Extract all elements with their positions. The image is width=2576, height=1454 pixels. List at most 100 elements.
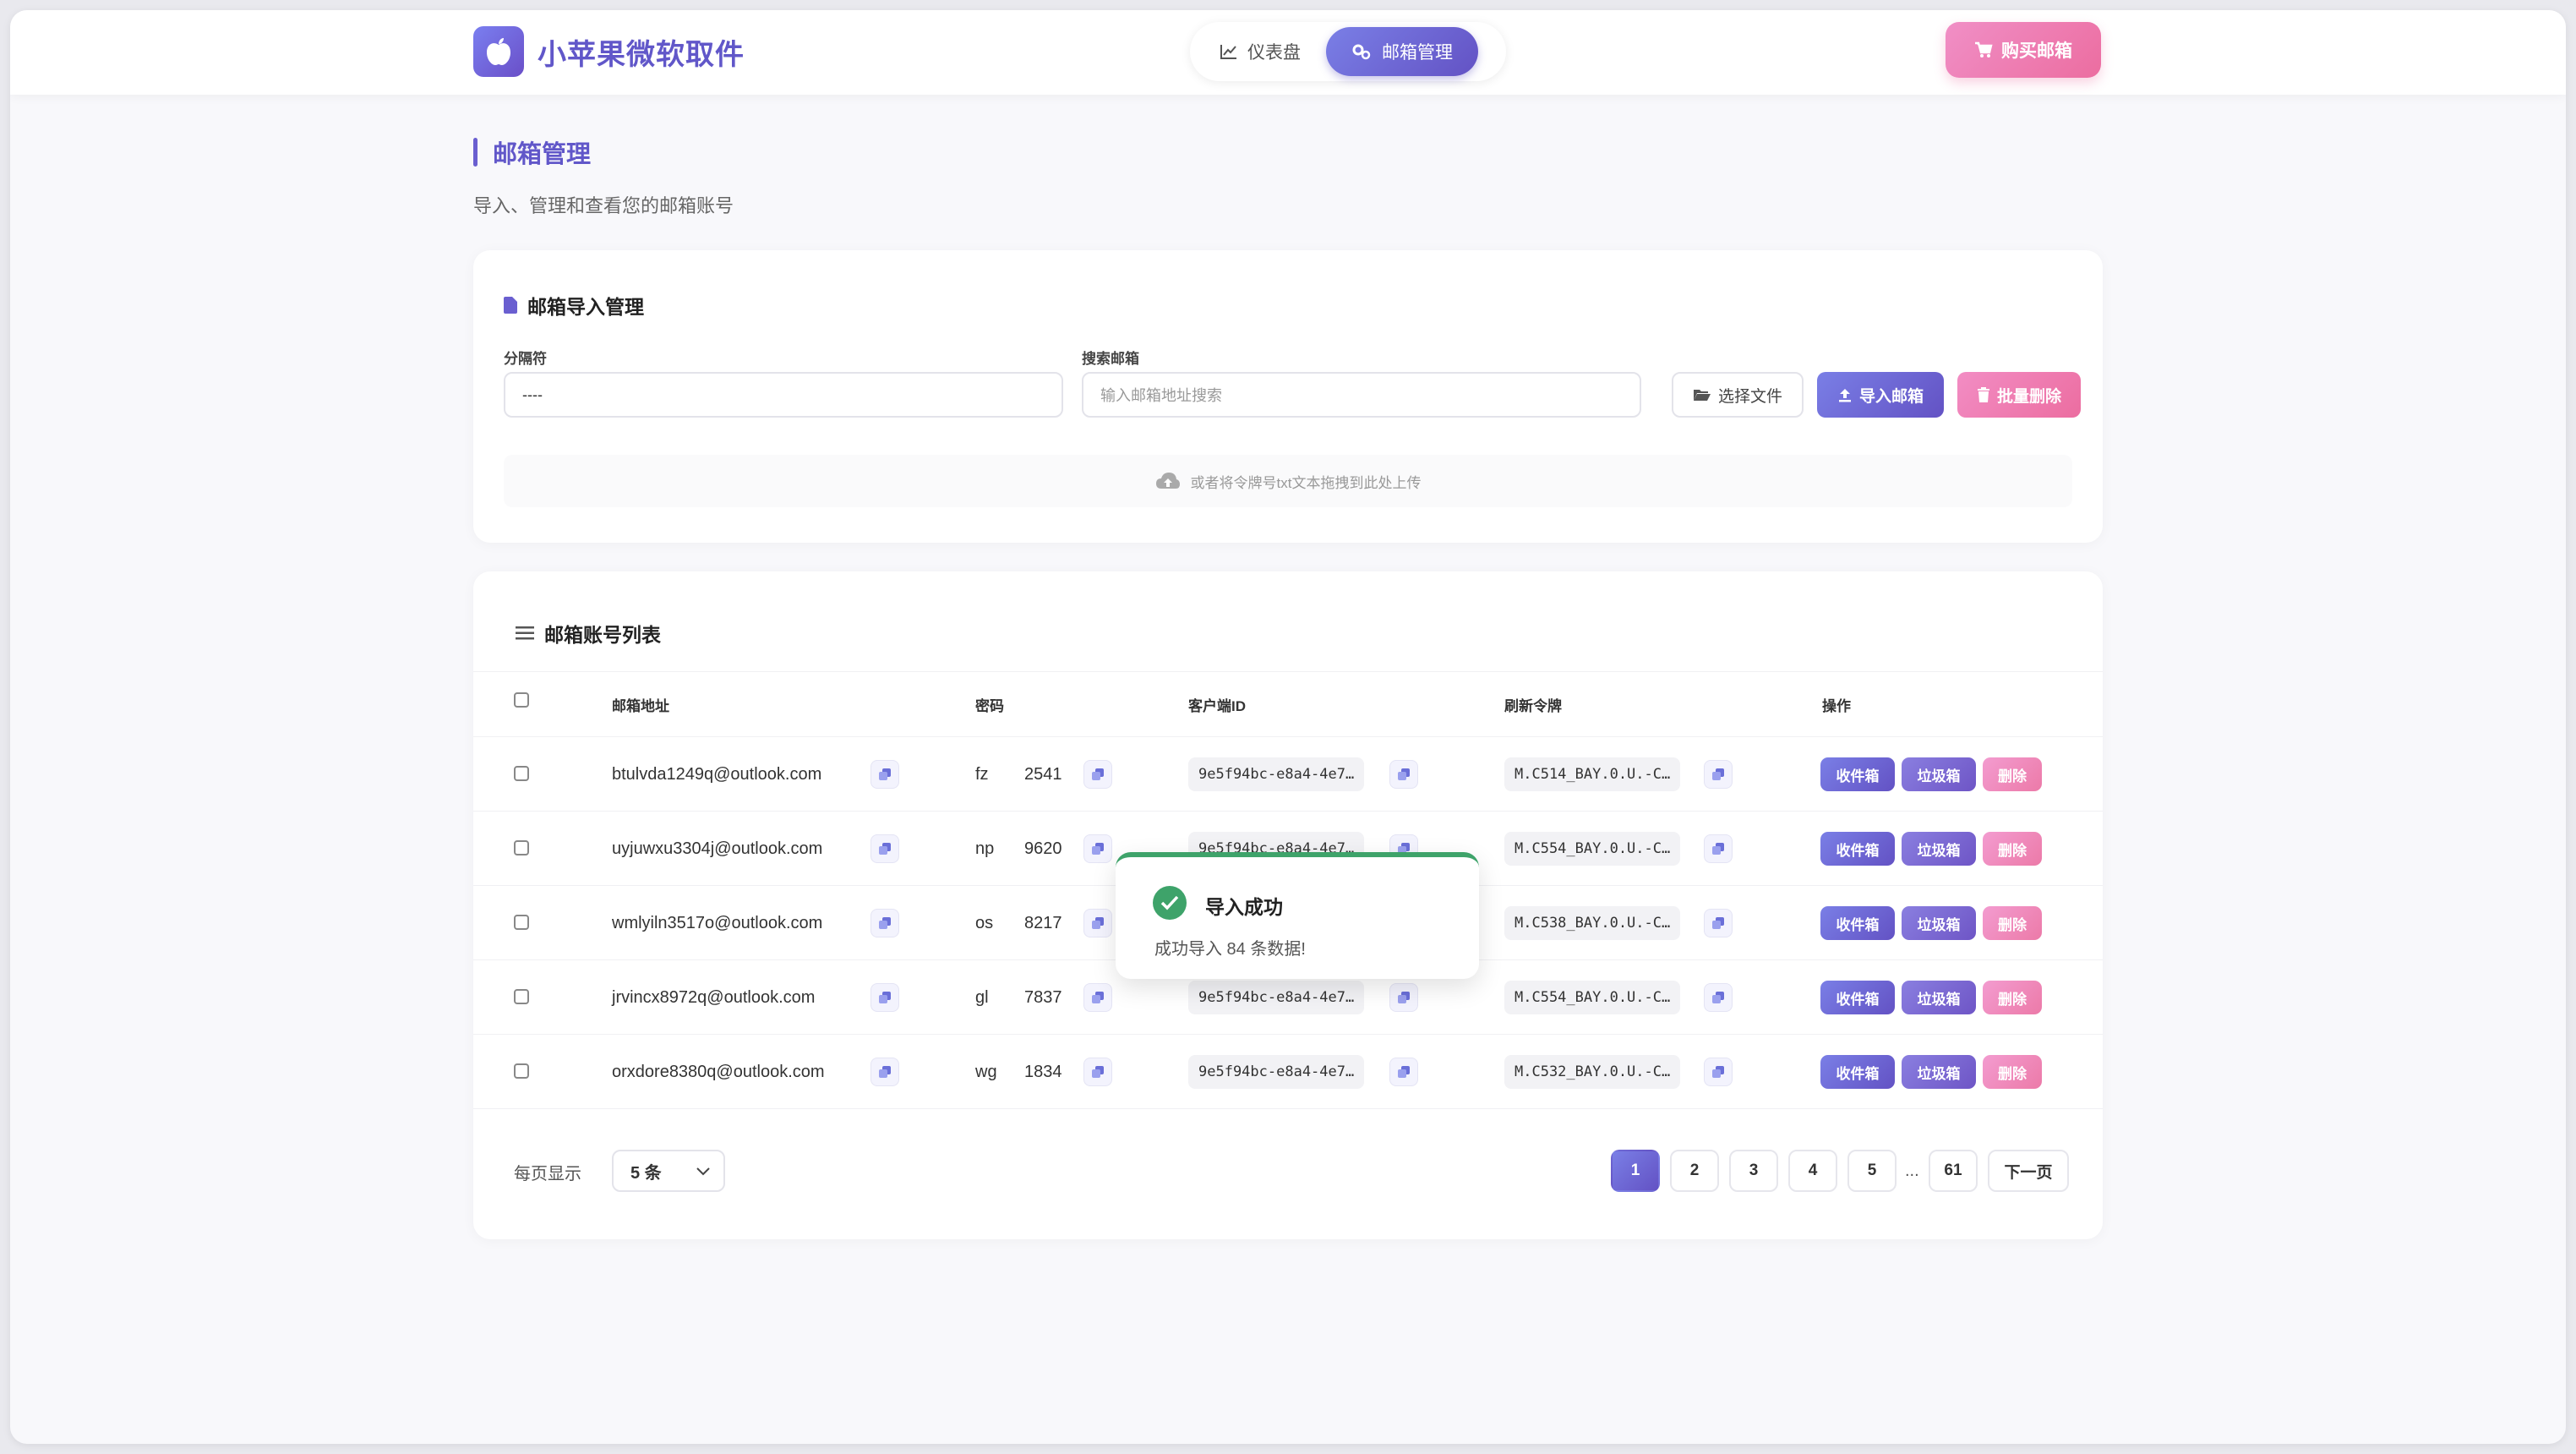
copy-email-icon[interactable] — [870, 760, 899, 789]
search-label: 搜索邮箱 — [1082, 351, 1139, 367]
inbox-button[interactable]: 收件箱 — [1820, 906, 1895, 940]
page-ellipsis: ... — [1905, 1161, 1919, 1180]
junk-button[interactable]: 垃圾箱 — [1902, 981, 1976, 1014]
inbox-button[interactable]: 收件箱 — [1820, 981, 1895, 1014]
toast-message: 成功导入 84 条数据! — [1154, 940, 1306, 959]
nav-mailbox-management[interactable]: 邮箱管理 — [1326, 27, 1478, 76]
copy-token-icon[interactable] — [1704, 909, 1733, 937]
copy-password-icon[interactable] — [1083, 909, 1112, 937]
copy-email-icon[interactable] — [870, 834, 899, 863]
client-id-cell: 9e5f94bc-e8a4-4e7… — [1188, 1035, 1365, 1109]
apple-logo-icon — [473, 26, 524, 77]
list-icon — [516, 626, 534, 640]
delete-button[interactable]: 删除 — [1983, 1055, 2042, 1089]
password-cell-end: 1834 — [1024, 1062, 1062, 1081]
choose-file-button[interactable]: 选择文件 — [1672, 372, 1804, 418]
page-subtitle: 导入、管理和查看您的邮箱账号 — [473, 195, 734, 216]
delete-button[interactable]: 删除 — [1983, 906, 2042, 940]
bulk-delete-label: 批量删除 — [1996, 387, 2061, 406]
next-page-button[interactable]: 下一页 — [1988, 1150, 2069, 1192]
file-icon — [504, 297, 517, 314]
inbox-button[interactable]: 收件箱 — [1820, 1055, 1895, 1089]
junk-button[interactable]: 垃圾箱 — [1902, 1055, 1976, 1089]
copy-email-icon[interactable] — [870, 983, 899, 1012]
page-button-3[interactable]: 3 — [1729, 1150, 1778, 1192]
copy-token-icon[interactable] — [1704, 834, 1733, 863]
separator-input[interactable]: ---- — [504, 372, 1063, 418]
copy-password-icon[interactable] — [1083, 1058, 1112, 1086]
bulk-delete-button[interactable]: 批量删除 — [1957, 372, 2081, 418]
page-button-2[interactable]: 2 — [1670, 1150, 1719, 1192]
import-mailbox-label: 导入邮箱 — [1858, 387, 1924, 406]
cloud-upload-icon — [1155, 472, 1181, 490]
token-cell: M.C532_BAY.0.U.-C… — [1504, 1035, 1681, 1109]
page-button-last[interactable]: 61 — [1929, 1150, 1978, 1192]
separator-label: 分隔符 — [504, 351, 547, 367]
file-dropzone[interactable]: 或者将令牌号txt文本拖拽到此处上传 — [504, 455, 2072, 507]
row-checkbox[interactable] — [514, 840, 529, 855]
per-page-value: 5 条 — [630, 1163, 662, 1183]
page-title-text: 邮箱管理 — [493, 141, 592, 168]
inbox-button[interactable]: 收件箱 — [1820, 832, 1895, 866]
table-row: btulvda1249q@outlook.com fz 2541 9e5f94b… — [473, 737, 2103, 812]
token-cell: M.C554_BAY.0.U.-C… — [1504, 812, 1681, 886]
row-checkbox[interactable] — [514, 915, 529, 930]
col-client-id: 客户端ID — [1188, 698, 1246, 714]
password-cell-start: np — [975, 839, 995, 858]
success-toast: 导入成功 成功导入 84 条数据! — [1116, 852, 1479, 979]
row-checkbox[interactable] — [514, 1063, 529, 1079]
email-cell: btulvda1249q@outlook.com — [612, 764, 822, 784]
list-card-header: 邮箱账号列表 — [516, 619, 661, 648]
password-cell-end: 2541 — [1024, 764, 1062, 784]
choose-file-label: 选择文件 — [1717, 387, 1782, 406]
copy-password-icon[interactable] — [1083, 834, 1112, 863]
row-checkbox[interactable] — [514, 766, 529, 781]
col-refresh-token: 刷新令牌 — [1504, 698, 1562, 714]
buy-mailbox-button[interactable]: 购买邮箱 — [1946, 22, 2101, 78]
col-actions: 操作 — [1822, 698, 1851, 714]
search-input[interactable]: 输入邮箱地址搜索 — [1082, 372, 1641, 418]
chart-line-icon — [1220, 44, 1237, 59]
nav-dashboard[interactable]: 仪表盘 — [1195, 27, 1326, 76]
row-checkbox[interactable] — [514, 989, 529, 1004]
page-button-1[interactable]: 1 — [1611, 1150, 1660, 1192]
copy-password-icon[interactable] — [1083, 983, 1112, 1012]
junk-button[interactable]: 垃圾箱 — [1902, 832, 1976, 866]
token-chip: M.C538_BAY.0.U.-C… — [1504, 906, 1681, 940]
delete-button[interactable]: 删除 — [1983, 757, 2042, 791]
junk-button[interactable]: 垃圾箱 — [1902, 906, 1976, 940]
copy-token-icon[interactable] — [1704, 983, 1733, 1012]
password-cell-start: fz — [975, 764, 989, 784]
check-circle-icon — [1153, 886, 1187, 920]
toast-title: 导入成功 — [1205, 896, 1283, 918]
copy-email-icon[interactable] — [870, 1058, 899, 1086]
delete-button[interactable]: 删除 — [1983, 981, 2042, 1014]
table-header: 邮箱地址 密码 客户端ID 刷新令牌 操作 — [473, 671, 2103, 737]
password-cell-end: 8217 — [1024, 913, 1062, 932]
page-title: 邮箱管理 — [473, 135, 591, 169]
email-cell: uyjuwxu3304j@outlook.com — [612, 839, 823, 858]
import-mailbox-button[interactable]: 导入邮箱 — [1817, 372, 1944, 418]
copy-token-icon[interactable] — [1704, 1058, 1733, 1086]
app-window: 小苹果微软取件 仪表盘 邮箱管理 购买邮箱 邮箱管理 导入、管理和查看您的邮箱账… — [10, 10, 2566, 1444]
copy-token-icon[interactable] — [1704, 760, 1733, 789]
select-all-checkbox[interactable] — [514, 692, 529, 708]
title-accent-bar — [473, 138, 478, 167]
copy-client-id-icon[interactable] — [1389, 983, 1418, 1012]
brand[interactable]: 小苹果微软取件 — [473, 25, 745, 78]
folder-open-icon — [1693, 388, 1711, 402]
main-nav: 仪表盘 邮箱管理 — [1190, 22, 1506, 81]
page-button-4[interactable]: 4 — [1788, 1150, 1837, 1192]
copy-email-icon[interactable] — [870, 909, 899, 937]
copy-client-id-icon[interactable] — [1389, 760, 1418, 789]
password-cell-start: wg — [975, 1062, 997, 1081]
copy-password-icon[interactable] — [1083, 760, 1112, 789]
inbox-button[interactable]: 收件箱 — [1820, 757, 1895, 791]
email-cell: jrvincx8972q@outlook.com — [612, 987, 816, 1007]
copy-client-id-icon[interactable] — [1389, 1058, 1418, 1086]
delete-button[interactable]: 删除 — [1983, 832, 2042, 866]
junk-button[interactable]: 垃圾箱 — [1902, 757, 1976, 791]
page-button-5[interactable]: 5 — [1847, 1150, 1897, 1192]
per-page-select[interactable]: 5 条 — [612, 1150, 725, 1192]
nav-dashboard-label: 仪表盘 — [1247, 43, 1301, 63]
